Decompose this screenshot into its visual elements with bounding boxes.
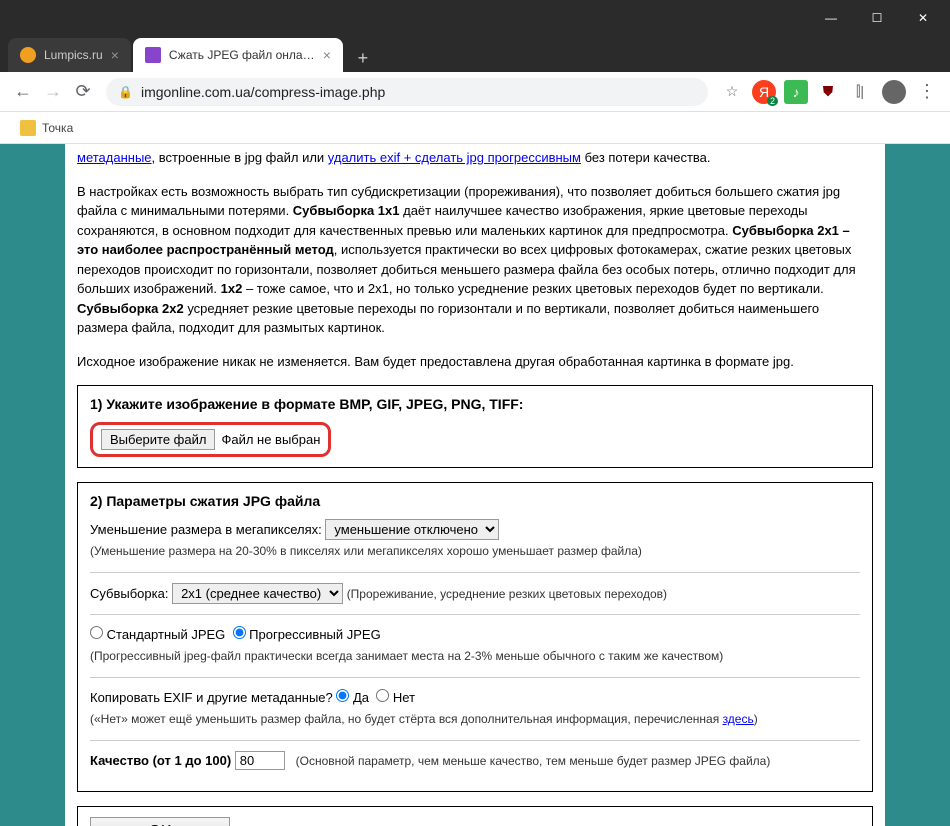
close-icon[interactable]: × bbox=[111, 47, 119, 63]
label-progressive-jpeg: Прогрессивный JPEG bbox=[249, 627, 381, 642]
section-params: 2) Параметры сжатия JPG файла Уменьшение… bbox=[77, 482, 873, 792]
new-tab-button[interactable]: + bbox=[349, 44, 377, 72]
label-exif: Копировать EXIF и другие метаданные? bbox=[90, 690, 336, 705]
tab-title: Lumpics.ru bbox=[44, 48, 103, 62]
page-content: метаданные, встроенные в jpg файл или уд… bbox=[65, 144, 885, 826]
link-metadata[interactable]: метаданные bbox=[77, 150, 152, 165]
reload-button[interactable]: ⟳ bbox=[68, 77, 98, 107]
window-minimize[interactable]: — bbox=[808, 2, 854, 34]
label-quality: Качество (от 1 до 100) bbox=[90, 753, 235, 768]
address-bar: ← → ⟳ 🔒 imgonline.com.ua/compress-image.… bbox=[0, 72, 950, 112]
menu-button[interactable]: ⋮ bbox=[912, 77, 942, 107]
section-submit: OK Обработка обычно длится 0.5-20 секунд… bbox=[77, 806, 873, 826]
url-text: imgonline.com.ua/compress-image.php bbox=[141, 84, 385, 100]
window-titlebar: — ☐ ✕ bbox=[0, 0, 950, 36]
link-remove-exif[interactable]: удалить exif + сделать jpg прогрессивным bbox=[328, 150, 581, 165]
note-megapixels: (Уменьшение размера на 20-30% в пикселях… bbox=[90, 544, 642, 558]
divider bbox=[90, 614, 860, 615]
url-input[interactable]: 🔒 imgonline.com.ua/compress-image.php bbox=[106, 78, 708, 106]
link-here[interactable]: здесь bbox=[723, 712, 754, 726]
radio-exif-yes[interactable] bbox=[336, 689, 349, 702]
label-megapixels: Уменьшение размера в мегапикселях: bbox=[90, 522, 325, 537]
section-upload: 1) Укажите изображение в формате BMP, GI… bbox=[77, 385, 873, 468]
tab-favicon bbox=[20, 47, 36, 63]
bookmark-item[interactable]: Точка bbox=[12, 116, 81, 140]
tab-favicon bbox=[145, 47, 161, 63]
close-icon[interactable]: × bbox=[323, 47, 331, 63]
divider bbox=[90, 677, 860, 678]
yandex-ext-icon[interactable]: Я2 bbox=[752, 80, 776, 104]
row-subsampling: Субвыборка: 2x1 (среднее качество) (Прор… bbox=[90, 583, 860, 605]
forward-button[interactable]: → bbox=[38, 77, 68, 107]
row-megapixels: Уменьшение размера в мегапикселях: умень… bbox=[90, 519, 860, 562]
file-status: Файл не выбран bbox=[221, 432, 320, 447]
section-title: 2) Параметры сжатия JPG файла bbox=[90, 493, 860, 509]
bookmarks-bar: Точка bbox=[0, 112, 950, 144]
row-jpeg-type: Стандартный JPEG Прогрессивный JPEG (Про… bbox=[90, 625, 860, 667]
label-no: Нет bbox=[393, 690, 415, 705]
divider bbox=[90, 740, 860, 741]
row-exif: Копировать EXIF и другие метаданные? Да … bbox=[90, 688, 860, 730]
select-megapixels[interactable]: уменьшение отключено bbox=[325, 519, 499, 540]
note-subsampling: (Прореживание, усреднение резких цветовы… bbox=[347, 587, 667, 601]
browser-tabs: Lumpics.ru × Сжать JPEG файл онлайн - IM… bbox=[0, 36, 950, 72]
intro-text: метаданные, встроенные в jpg файл или уд… bbox=[77, 144, 873, 172]
note-jpeg-type: (Прогрессивный jpeg-файл практически все… bbox=[90, 649, 723, 663]
tab-title: Сжать JPEG файл онлайн - IMG bbox=[169, 48, 315, 62]
window-close[interactable]: ✕ bbox=[900, 2, 946, 34]
bookmark-label: Точка bbox=[42, 121, 73, 135]
tab-imgonline[interactable]: Сжать JPEG файл онлайн - IMG × bbox=[133, 38, 343, 72]
ublock-ext-icon[interactable]: ⛊ bbox=[816, 80, 840, 104]
section-title: 1) Укажите изображение в формате BMP, GI… bbox=[90, 396, 860, 412]
label-subsampling: Субвыборка: bbox=[90, 586, 172, 601]
label-yes: Да bbox=[353, 690, 369, 705]
music-ext-icon[interactable]: ♪ bbox=[784, 80, 808, 104]
ok-button[interactable]: OK bbox=[90, 817, 230, 826]
radio-standard-jpeg[interactable] bbox=[90, 626, 103, 639]
file-input-highlight: Выберите файл Файл не выбран bbox=[90, 422, 331, 457]
row-quality: Качество (от 1 до 100) (Основной парамет… bbox=[90, 751, 860, 772]
note-quality: (Основной параметр, чем меньше качество,… bbox=[296, 754, 771, 768]
label-standard-jpeg: Стандартный JPEG bbox=[107, 627, 226, 642]
select-subsampling[interactable]: 2x1 (среднее качество) bbox=[172, 583, 343, 604]
input-quality[interactable] bbox=[235, 751, 285, 770]
window-maximize[interactable]: ☐ bbox=[854, 2, 900, 34]
radio-progressive-jpeg[interactable] bbox=[233, 626, 246, 639]
avatar[interactable] bbox=[882, 80, 906, 104]
choose-file-button[interactable]: Выберите файл bbox=[101, 429, 215, 450]
page-viewport[interactable]: метаданные, встроенные в jpg файл или уд… bbox=[0, 144, 950, 826]
star-icon[interactable]: ☆ bbox=[720, 80, 744, 104]
folder-icon bbox=[20, 120, 36, 136]
note-text: Исходное изображение никак не изменяется… bbox=[77, 352, 873, 372]
tab-lumpics[interactable]: Lumpics.ru × bbox=[8, 38, 131, 72]
reading-list-icon[interactable]: ⫿| bbox=[848, 80, 872, 104]
subsampling-description: В настройках есть возможность выбрать ти… bbox=[77, 182, 873, 338]
radio-exif-no[interactable] bbox=[376, 689, 389, 702]
divider bbox=[90, 572, 860, 573]
back-button[interactable]: ← bbox=[8, 77, 38, 107]
note-exif: («Нет» может ещё уменьшить размер файла,… bbox=[90, 712, 758, 726]
lock-icon: 🔒 bbox=[118, 85, 133, 99]
